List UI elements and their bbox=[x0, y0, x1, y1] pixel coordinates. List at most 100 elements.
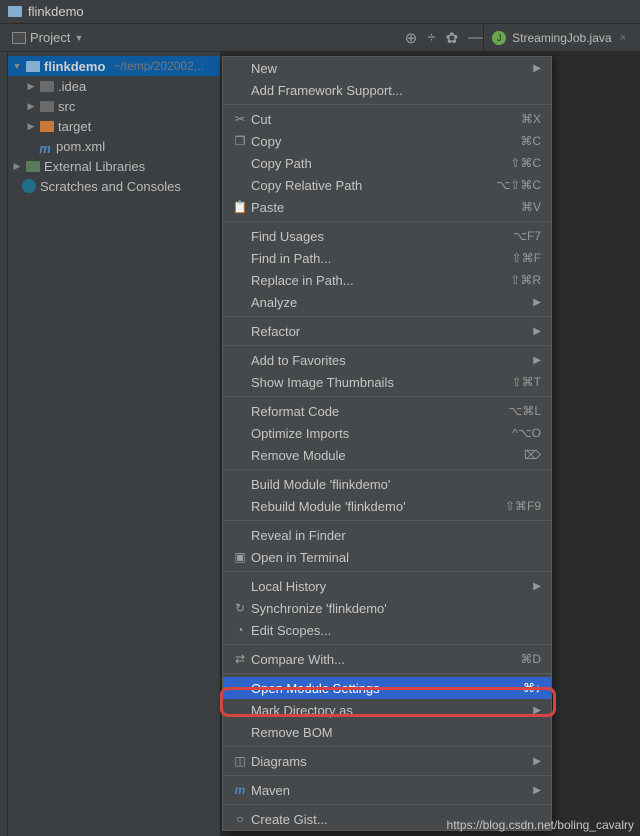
gear-icon[interactable]: ✿ bbox=[446, 29, 459, 47]
menu-item[interactable]: Optimize Imports^⌥O bbox=[223, 422, 551, 444]
menu-item[interactable]: Reformat Code⌥⌘L bbox=[223, 400, 551, 422]
menu-item[interactable]: Refactor▶ bbox=[223, 320, 551, 342]
menu-item-shortcut: ⇧⌘F9 bbox=[505, 499, 541, 513]
menu-item-shortcut: ⌥⌘L bbox=[508, 404, 541, 418]
menu-item-shortcut: ^⌥O bbox=[512, 426, 541, 440]
tree-scratches[interactable]: Scratches and Consoles bbox=[8, 176, 220, 196]
menu-item-shortcut: ⌘D bbox=[520, 652, 541, 666]
tree-item-label: pom.xml bbox=[56, 139, 105, 154]
project-folder-icon bbox=[8, 6, 22, 17]
project-label: Project bbox=[30, 30, 70, 45]
menu-item-label: Paste bbox=[251, 200, 521, 215]
tree-item-label: target bbox=[58, 119, 91, 134]
menu-item[interactable]: ❐Copy⌘C bbox=[223, 130, 551, 152]
folder-icon bbox=[40, 101, 54, 112]
menu-item[interactable]: ◔Edit Scopes... bbox=[223, 619, 551, 641]
menu-item[interactable]: Reveal in Finder bbox=[223, 524, 551, 546]
expand-arrow-icon[interactable]: ▶ bbox=[26, 101, 36, 112]
menu-item[interactable]: Open Module Settings⌘↓ bbox=[223, 677, 551, 699]
expand-arrow-icon[interactable]: ▶ bbox=[26, 81, 36, 92]
menu-item[interactable]: New▶ bbox=[223, 57, 551, 79]
menu-item-label: Open in Terminal bbox=[251, 550, 541, 565]
tree-item-target[interactable]: ▶ target bbox=[8, 116, 220, 136]
menu-item-icon: ✂ bbox=[229, 112, 251, 126]
libraries-icon bbox=[26, 161, 40, 172]
tree-item-pom[interactable]: m pom.xml bbox=[8, 136, 220, 156]
menu-item-label: Compare With... bbox=[251, 652, 520, 667]
menu-item[interactable]: Remove BOM bbox=[223, 721, 551, 743]
menu-separator bbox=[223, 571, 551, 572]
expand-arrow-icon[interactable]: ▶ bbox=[26, 121, 36, 132]
tree-item-label: .idea bbox=[58, 79, 86, 94]
menu-item-icon: ▣ bbox=[229, 550, 251, 564]
target-icon[interactable]: ⊕ bbox=[405, 29, 418, 47]
submenu-arrow-icon: ▶ bbox=[533, 756, 541, 767]
menu-separator bbox=[223, 104, 551, 105]
hide-icon[interactable]: — bbox=[468, 29, 483, 47]
menu-item[interactable]: ◫Diagrams▶ bbox=[223, 750, 551, 772]
expand-arrow-icon[interactable]: ▼ bbox=[12, 61, 22, 71]
menu-item[interactable]: ✂Cut⌘X bbox=[223, 108, 551, 130]
toolbar-actions: ⊕ ÷ ✿ — bbox=[405, 29, 483, 47]
tree-item-label: Scratches and Consoles bbox=[40, 179, 181, 194]
menu-item-label: Add to Favorites bbox=[251, 353, 533, 368]
menu-item-icon: m bbox=[229, 783, 251, 797]
submenu-arrow-icon: ▶ bbox=[533, 63, 541, 74]
menu-item[interactable]: Add to Favorites▶ bbox=[223, 349, 551, 371]
project-view-selector[interactable]: Project ▼ bbox=[6, 28, 89, 47]
tree-external-libraries[interactable]: ▶ External Libraries bbox=[8, 156, 220, 176]
tab-close-icon[interactable]: × bbox=[620, 32, 626, 44]
menu-separator bbox=[223, 520, 551, 521]
menu-item-shortcut: ⌘V bbox=[521, 200, 541, 214]
menu-item[interactable]: Copy Relative Path⌥⇧⌘C bbox=[223, 174, 551, 196]
menu-item[interactable]: Local History▶ bbox=[223, 575, 551, 597]
tool-window-gutter[interactable] bbox=[0, 52, 8, 836]
menu-item-shortcut: ⇧⌘C bbox=[510, 156, 541, 170]
collapse-icon[interactable]: ÷ bbox=[427, 29, 435, 47]
menu-item[interactable]: Find in Path...⇧⌘F bbox=[223, 247, 551, 269]
context-menu: New▶Add Framework Support...✂Cut⌘X❐Copy⌘… bbox=[222, 56, 552, 831]
tree-item-label: External Libraries bbox=[44, 159, 145, 174]
menu-item[interactable]: Add Framework Support... bbox=[223, 79, 551, 101]
menu-item[interactable]: Remove Module⌦ bbox=[223, 444, 551, 466]
menu-item-label: Reveal in Finder bbox=[251, 528, 541, 543]
menu-item-label: Refactor bbox=[251, 324, 533, 339]
tree-item-src[interactable]: ▶ src bbox=[8, 96, 220, 116]
editor-tab[interactable]: J StreamingJob.java × bbox=[484, 31, 634, 45]
menu-item[interactable]: ↻Synchronize 'flinkdemo' bbox=[223, 597, 551, 619]
menu-item[interactable]: Analyze▶ bbox=[223, 291, 551, 313]
menu-item[interactable]: Copy Path⇧⌘C bbox=[223, 152, 551, 174]
menu-separator bbox=[223, 396, 551, 397]
menu-separator bbox=[223, 746, 551, 747]
menu-separator bbox=[223, 345, 551, 346]
menu-item-label: Maven bbox=[251, 783, 533, 798]
menu-item[interactable]: Mark Directory as▶ bbox=[223, 699, 551, 721]
menu-item-shortcut: ⇧⌘T bbox=[512, 375, 541, 389]
menu-item-label: Cut bbox=[251, 112, 521, 127]
window-titlebar: flinkdemo bbox=[0, 0, 640, 24]
tree-root[interactable]: ▼ flinkdemo ~/temp/202002... bbox=[8, 56, 220, 76]
menu-item-label: Reformat Code bbox=[251, 404, 508, 419]
menu-item[interactable]: Show Image Thumbnails⇧⌘T bbox=[223, 371, 551, 393]
menu-item[interactable]: Replace in Path...⇧⌘R bbox=[223, 269, 551, 291]
submenu-arrow-icon: ▶ bbox=[533, 326, 541, 337]
menu-item-icon: ◫ bbox=[229, 754, 251, 768]
menu-item-label: Open Module Settings bbox=[251, 681, 523, 696]
tab-filename: StreamingJob.java bbox=[512, 31, 611, 45]
menu-item-icon: ↻ bbox=[229, 601, 251, 615]
menu-item[interactable]: ▣Open in Terminal bbox=[223, 546, 551, 568]
menu-separator bbox=[223, 673, 551, 674]
expand-arrow-icon[interactable]: ▶ bbox=[12, 161, 22, 172]
tree-item-idea[interactable]: ▶ .idea bbox=[8, 76, 220, 96]
menu-item[interactable]: mMaven▶ bbox=[223, 779, 551, 801]
menu-item[interactable]: Build Module 'flinkdemo' bbox=[223, 473, 551, 495]
menu-item-label: New bbox=[251, 61, 533, 76]
menu-item-label: Copy Path bbox=[251, 156, 510, 171]
menu-item[interactable]: Find Usages⌥F7 bbox=[223, 225, 551, 247]
menu-item-label: Find in Path... bbox=[251, 251, 512, 266]
menu-item-shortcut: ⌘X bbox=[521, 112, 541, 126]
menu-item[interactable]: ⇄Compare With...⌘D bbox=[223, 648, 551, 670]
menu-item[interactable]: 📋Paste⌘V bbox=[223, 196, 551, 218]
menu-item[interactable]: Rebuild Module 'flinkdemo'⇧⌘F9 bbox=[223, 495, 551, 517]
menu-item-shortcut: ⇧⌘F bbox=[512, 251, 541, 265]
